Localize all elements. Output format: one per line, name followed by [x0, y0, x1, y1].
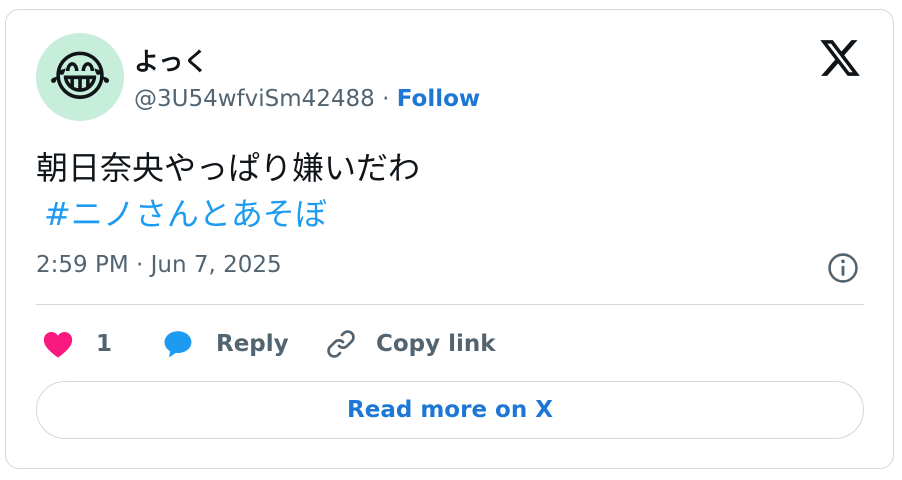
author-handle-row: @3U54wfviSm42488 · Follow — [134, 86, 480, 112]
copy-link-button[interactable]: Copy link — [324, 324, 496, 364]
hashtag-link[interactable]: #ニノさんとあそぼ — [44, 191, 327, 237]
handle-separator: · — [374, 86, 397, 112]
follow-button[interactable]: Follow — [397, 86, 480, 112]
tweet-timestamp[interactable]: 2:59 PM · Jun 7, 2025 — [36, 252, 282, 278]
avatar[interactable]: 😂 — [36, 33, 124, 121]
reply-label: Reply — [216, 331, 289, 357]
read-more-button[interactable]: Read more on X — [36, 381, 864, 439]
info-icon[interactable] — [826, 251, 860, 285]
author-display-name[interactable]: よっく — [134, 42, 208, 78]
read-more-label: Read more on X — [347, 397, 553, 423]
x-logo-icon[interactable] — [817, 36, 863, 80]
divider — [36, 304, 864, 305]
reply-button[interactable]: Reply — [160, 324, 289, 364]
link-icon — [327, 330, 355, 358]
like-count: 1 — [96, 331, 113, 357]
heart-icon — [43, 331, 73, 358]
copy-link-label: Copy link — [376, 331, 496, 357]
like-button[interactable]: 1 — [40, 324, 112, 364]
author-handle[interactable]: @3U54wfviSm42488 — [134, 86, 375, 112]
tweet-text: 朝日奈央やっぱり嫌いだわ — [36, 149, 421, 187]
speech-bubble-icon — [164, 331, 192, 358]
avatar-emoji: 😂 — [48, 45, 112, 108]
